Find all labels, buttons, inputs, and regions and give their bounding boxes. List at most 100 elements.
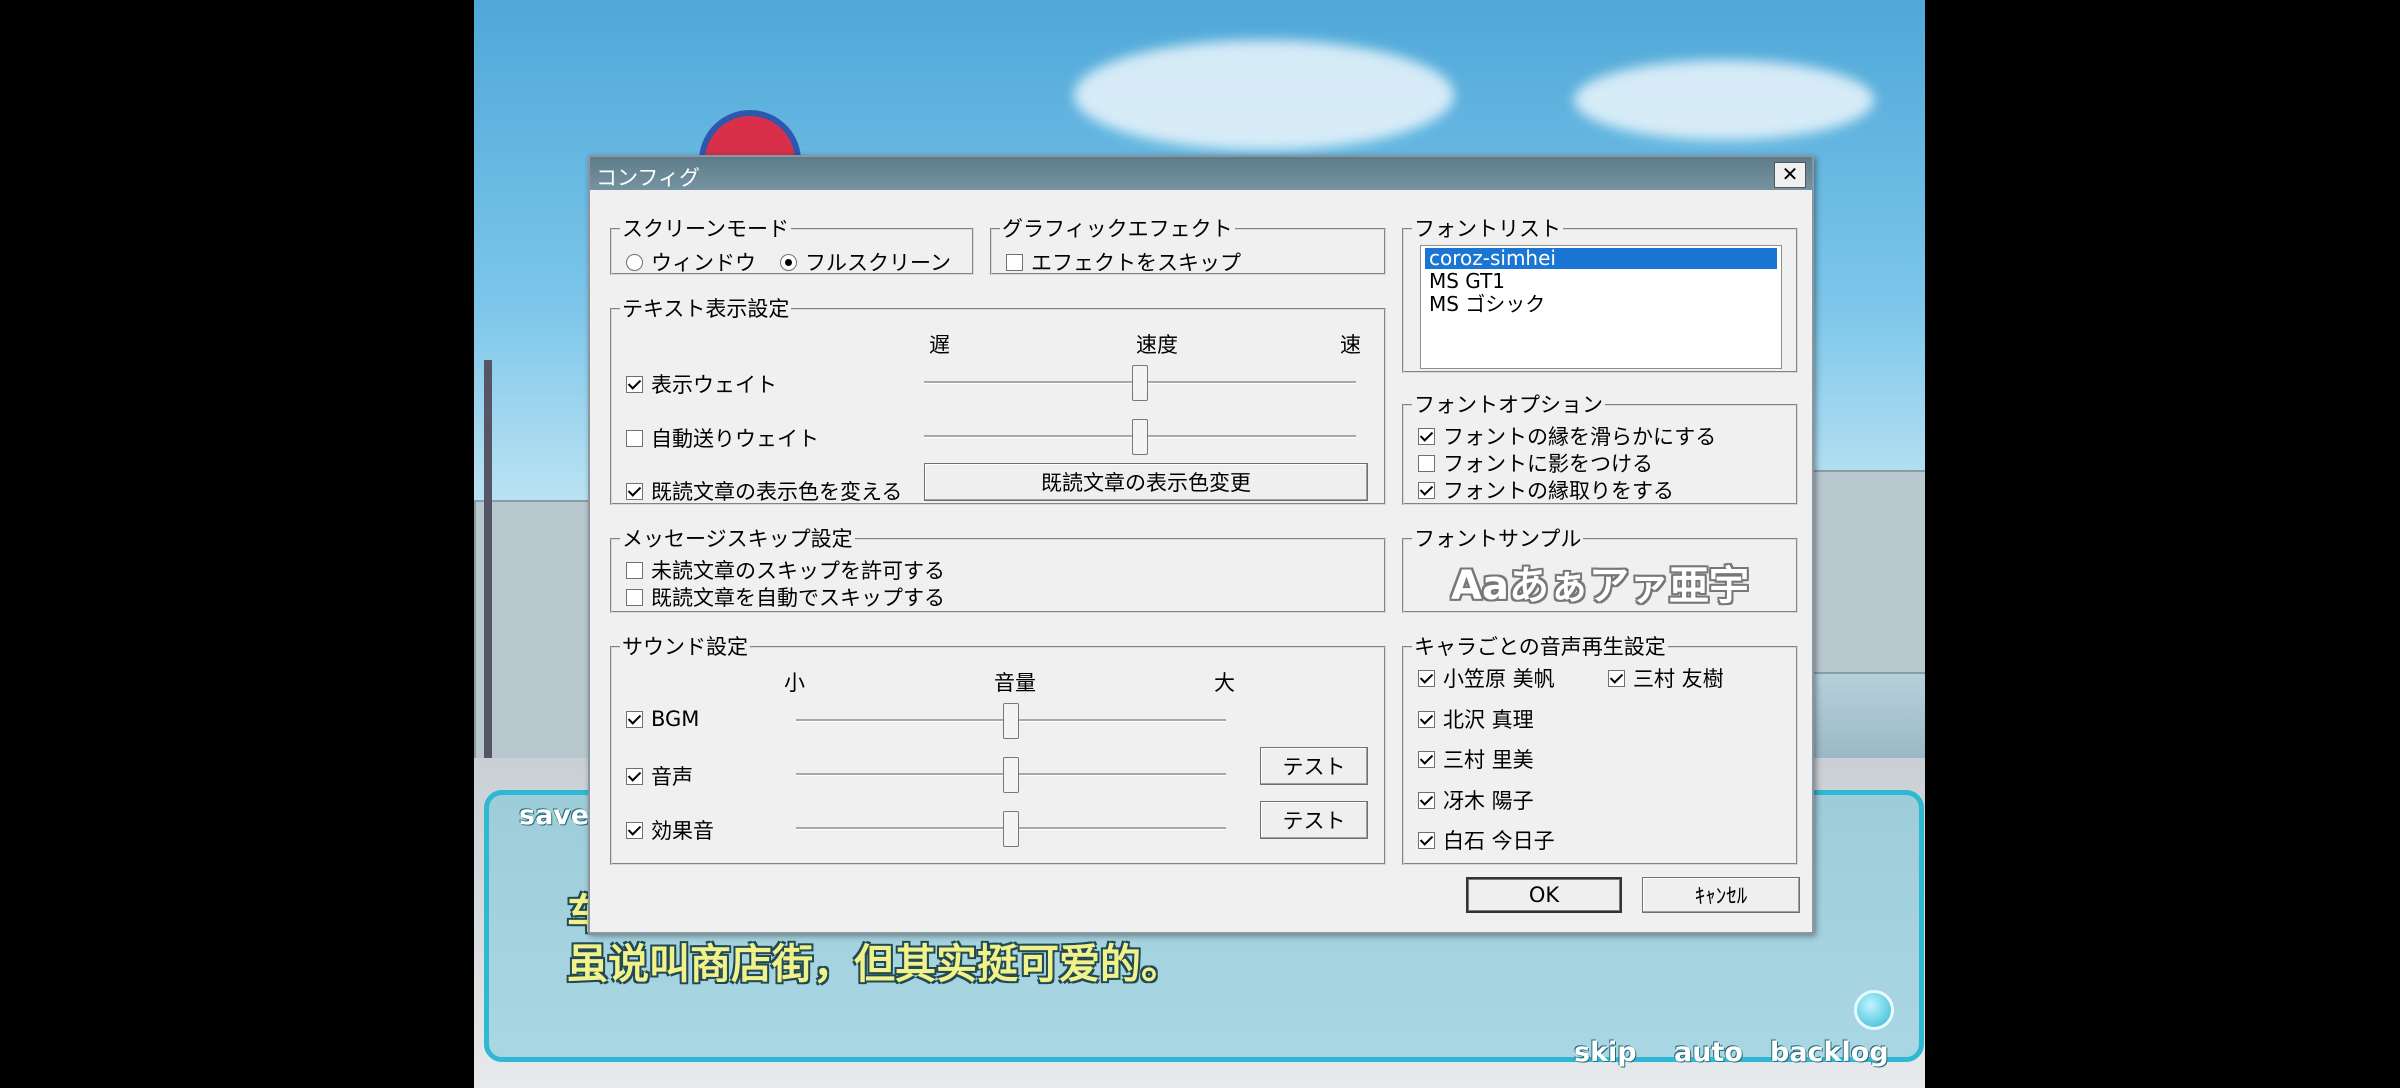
- fast-label: 速: [1340, 333, 1361, 357]
- character-voice-checkbox[interactable]: 冴木 陽子: [1418, 785, 1534, 815]
- volume-label: 音量: [994, 671, 1036, 695]
- character-name: 冴木 陽子: [1443, 789, 1534, 813]
- slider-thumb[interactable]: [1132, 365, 1148, 401]
- slider-thumb[interactable]: [1132, 419, 1148, 455]
- character-voice-checkbox[interactable]: 小笠原 美帆: [1418, 663, 1555, 693]
- small-label: 小: [784, 671, 805, 695]
- sky-cloud: [1074, 40, 1454, 150]
- text-display-group: テキスト表示設定 遅 速度 速 表示ウェイト 自動送りウェイト 既読文章の表示色…: [610, 299, 1386, 505]
- read-color-checkbox[interactable]: 既読文章の表示色を変える: [626, 476, 902, 506]
- checkbox-icon: [626, 375, 643, 393]
- read-color-change-button[interactable]: 既読文章の表示色変更: [924, 463, 1368, 501]
- cancel-button[interactable]: ｷｬﾝｾﾙ: [1642, 877, 1800, 913]
- display-wait-slider[interactable]: [924, 365, 1356, 401]
- se-volume-slider[interactable]: [796, 811, 1226, 847]
- font-shadow-checkbox[interactable]: フォントに影をつける: [1418, 448, 1653, 478]
- title-bar: コンフィグ ✕: [590, 157, 1812, 190]
- display-wait-label: 表示ウェイト: [651, 373, 777, 397]
- utility-pole: [484, 360, 492, 780]
- fullscreen-mode-label: フルスクリーン: [805, 251, 951, 275]
- ok-button[interactable]: OK: [1466, 877, 1622, 913]
- character-name: 小笠原 美帆: [1443, 667, 1555, 691]
- font-options-group: フォントオプション フォントの縁を滑らかにする フォントに影をつける フォントの…: [1402, 395, 1798, 505]
- orb-icon[interactable]: [1854, 990, 1894, 1030]
- window-mode-label: ウィンドウ: [651, 251, 756, 275]
- character-voice-group: キャラごとの音声再生設定 小笠原 美帆 三村 友樹 北沢 真理 三村 里美 冴木…: [1402, 637, 1798, 865]
- character-voice-checkbox[interactable]: 白石 今日子: [1418, 825, 1555, 855]
- backlog-button[interactable]: backlog: [1770, 1037, 1889, 1068]
- character-voice-checkbox[interactable]: 北沢 真理: [1418, 704, 1534, 734]
- graphic-effect-group: グラフィックエフェクト エフェクトをスキップ: [990, 219, 1386, 275]
- font-list-item[interactable]: MS ゴシック: [1425, 294, 1777, 315]
- save-button[interactable]: save: [519, 800, 589, 831]
- font-list-item[interactable]: coroz-simhei: [1424, 247, 1778, 270]
- font-listbox[interactable]: coroz-simhei MS GT1 MS ゴシック: [1420, 245, 1782, 369]
- skip-effect-checkbox[interactable]: エフェクトをスキップ: [1006, 247, 1241, 277]
- sound-legend: サウンド設定: [622, 635, 748, 659]
- font-shadow-label: フォントに影をつける: [1443, 452, 1653, 476]
- checkbox-icon: [1418, 791, 1435, 809]
- checkbox-icon: [1418, 831, 1435, 849]
- auto-wait-checkbox[interactable]: 自動送りウェイト: [626, 423, 819, 453]
- bgm-checkbox[interactable]: BGM: [626, 707, 699, 731]
- auto-button[interactable]: auto: [1674, 1037, 1743, 1068]
- message-skip-group: メッセージスキップ設定 未読文章のスキップを許可する 既読文章を自動でスキップす…: [610, 529, 1386, 613]
- allow-unread-skip-checkbox[interactable]: 未読文章のスキップを許可する: [626, 555, 945, 585]
- checkbox-icon: [626, 767, 643, 785]
- slow-label: 遅: [929, 333, 950, 357]
- voice-volume-slider[interactable]: [796, 757, 1226, 793]
- voice-checkbox[interactable]: 音声: [626, 761, 693, 791]
- close-icon: ✕: [1781, 162, 1799, 186]
- fullscreen-mode-radio[interactable]: フルスクリーン: [780, 247, 951, 277]
- se-checkbox[interactable]: 効果音: [626, 815, 714, 845]
- building-left: [474, 500, 598, 764]
- read-color-label: 既読文章の表示色を変える: [651, 480, 903, 504]
- radio-icon: [780, 253, 797, 271]
- font-sample-text: Aaあぁアァ亜宇: [1451, 563, 1749, 609]
- se-test-button[interactable]: テスト: [1260, 801, 1368, 839]
- checkbox-icon: [1418, 427, 1435, 445]
- se-label: 効果音: [651, 819, 714, 843]
- bgm-label: BGM: [651, 707, 700, 731]
- slider-thumb[interactable]: [1003, 703, 1019, 739]
- font-list-group: フォントリスト coroz-simhei MS GT1 MS ゴシック: [1402, 219, 1798, 373]
- checkbox-icon: [1006, 253, 1023, 271]
- font-list-item[interactable]: MS GT1: [1425, 271, 1777, 292]
- font-outline-checkbox[interactable]: フォントの縁取りをする: [1418, 475, 1674, 505]
- checkbox-icon: [626, 561, 643, 579]
- slider-thumb[interactable]: [1003, 757, 1019, 793]
- voice-test-button[interactable]: テスト: [1260, 747, 1368, 785]
- dialog-title: コンフィグ: [596, 166, 700, 190]
- window-mode-radio[interactable]: ウィンドウ: [626, 247, 756, 277]
- config-dialog: コンフィグ ✕ スクリーンモード ウィンドウ フルスクリーン グラフィックエフェ…: [588, 155, 1814, 934]
- checkbox-icon: [626, 821, 643, 839]
- text-display-legend: テキスト表示設定: [622, 297, 790, 321]
- skip-effect-label: エフェクトをスキップ: [1031, 251, 1241, 275]
- checkbox-icon: [626, 482, 643, 500]
- checkbox-icon: [1418, 481, 1435, 499]
- checkbox-icon: [626, 710, 643, 728]
- close-button[interactable]: ✕: [1774, 162, 1806, 188]
- font-sample-legend: フォントサンプル: [1414, 527, 1582, 551]
- auto-wait-label: 自動送りウェイト: [651, 427, 819, 451]
- font-list-legend: フォントリスト: [1414, 217, 1561, 241]
- large-label: 大: [1214, 671, 1235, 695]
- skip-button[interactable]: skip: [1574, 1037, 1637, 1068]
- smooth-edge-checkbox[interactable]: フォントの縁を滑らかにする: [1418, 421, 1716, 451]
- bgm-volume-slider[interactable]: [796, 703, 1226, 739]
- smooth-edge-label: フォントの縁を滑らかにする: [1443, 425, 1717, 449]
- character-name: 北沢 真理: [1443, 708, 1534, 732]
- font-options-legend: フォントオプション: [1414, 393, 1603, 417]
- auto-wait-slider[interactable]: [924, 419, 1356, 455]
- screen-mode-group: スクリーンモード ウィンドウ フルスクリーン: [610, 219, 974, 275]
- character-voice-checkbox[interactable]: 三村 友樹: [1608, 663, 1724, 693]
- auto-skip-read-checkbox[interactable]: 既読文章を自動でスキップする: [626, 582, 945, 612]
- radio-icon: [626, 253, 643, 271]
- font-outline-label: フォントの縁取りをする: [1443, 479, 1674, 503]
- display-wait-checkbox[interactable]: 表示ウェイト: [626, 369, 777, 399]
- checkbox-icon: [1418, 454, 1435, 472]
- character-voice-checkbox[interactable]: 三村 里美: [1418, 744, 1534, 774]
- slider-thumb[interactable]: [1003, 811, 1019, 847]
- sound-group: サウンド設定 小 音量 大 BGM 音声 テスト 効果音 テスト: [610, 637, 1386, 865]
- checkbox-icon: [626, 588, 643, 606]
